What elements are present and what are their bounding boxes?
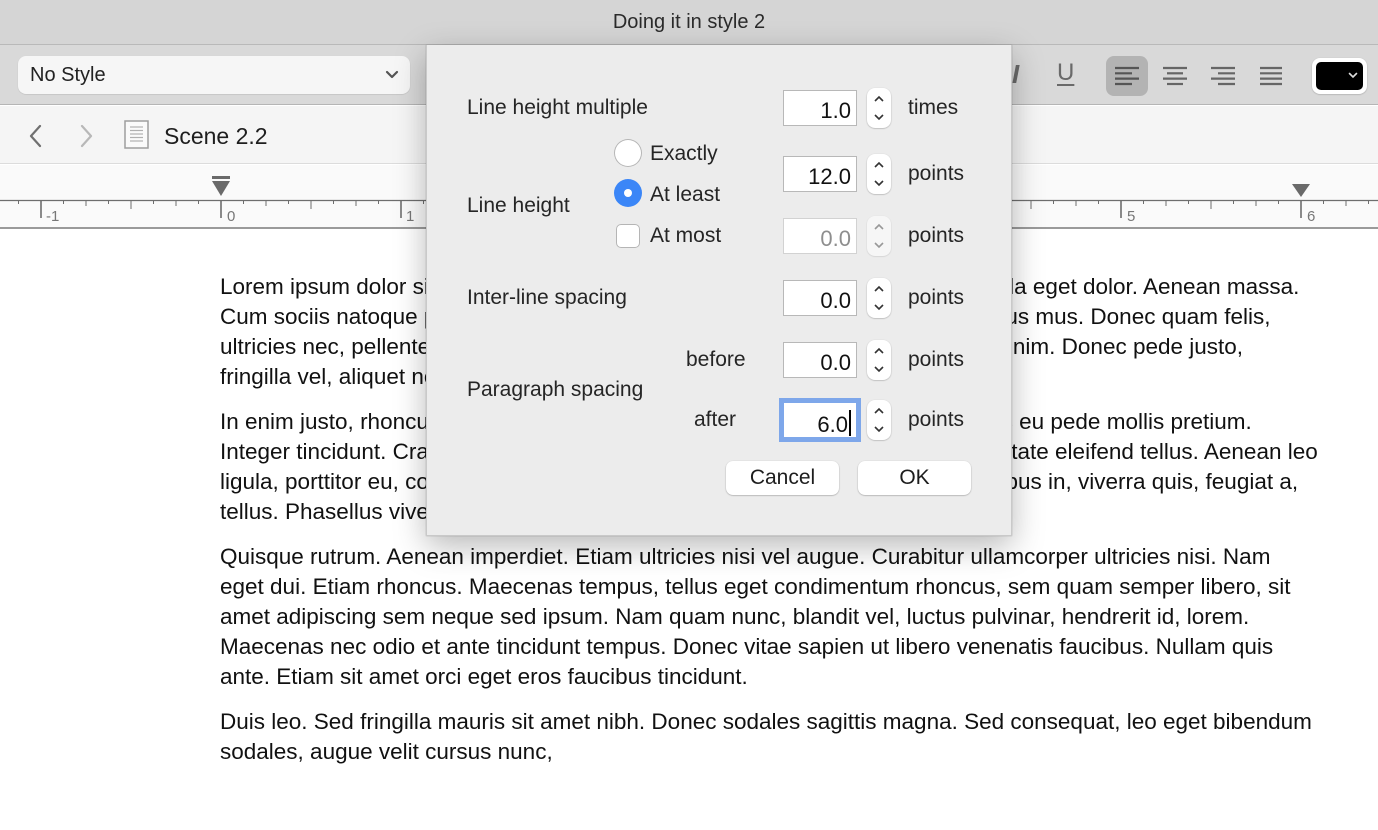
chevron-down-icon (385, 70, 399, 79)
at-most-field: 0.0 (783, 218, 857, 254)
right-margin-marker[interactable] (1292, 184, 1310, 197)
chevron-down-icon[interactable] (873, 364, 885, 374)
chevron-down-icon[interactable] (873, 424, 885, 434)
chevron-down-icon[interactable] (873, 302, 885, 312)
at-least-label[interactable]: At least (650, 183, 720, 207)
cancel-button[interactable]: Cancel (726, 461, 839, 495)
align-right-button[interactable] (1202, 56, 1244, 96)
chevron-down-icon (1348, 72, 1358, 79)
unit-label: points (908, 162, 965, 185)
line-height-multiple-field[interactable]: 1.0 (783, 90, 857, 126)
paragraph: Quisque rutrum. Aenean imperdiet. Etiam … (220, 544, 1291, 689)
unit-label: points (908, 224, 965, 247)
ok-button[interactable]: OK (858, 461, 971, 495)
after-label: after (694, 408, 737, 431)
line-height-multiple-stepper[interactable] (867, 88, 891, 128)
document-title: Scene 2.2 (164, 123, 268, 149)
at-least-radio[interactable] (614, 179, 642, 207)
inter-line-spacing-field[interactable]: 0.0 (783, 280, 857, 316)
chevron-up-icon[interactable] (873, 406, 885, 416)
at-most-stepper (867, 216, 891, 256)
line-height-stepper[interactable] (867, 154, 891, 194)
ruler-label: 5 (1127, 208, 1135, 225)
exactly-radio[interactable] (614, 139, 642, 167)
chevron-up-icon[interactable] (873, 160, 885, 170)
chevron-up-icon[interactable] (873, 346, 885, 356)
ruler-label: 1 (406, 208, 414, 225)
paragraph-style-value: No Style (30, 64, 106, 86)
ruler-label: 0 (227, 208, 235, 225)
paragraph-spacing-after-field[interactable]: 6.0 (783, 402, 857, 438)
chevron-up-icon[interactable] (873, 94, 885, 104)
paragraph-spacing-after-stepper[interactable] (867, 400, 891, 440)
align-justify-button[interactable] (1250, 56, 1292, 96)
inter-line-spacing-label: Inter-line spacing (467, 286, 627, 309)
align-right-icon (1211, 66, 1235, 86)
ruler-label: -1 (46, 208, 59, 225)
text-color-well[interactable] (1312, 58, 1367, 94)
text-caret (849, 410, 851, 436)
paragraph-spacing-before-stepper[interactable] (867, 340, 891, 380)
line-height-label: Line height (467, 194, 570, 217)
inter-line-spacing-stepper[interactable] (867, 278, 891, 318)
align-left-button[interactable] (1106, 56, 1148, 96)
at-most-label[interactable]: At most (650, 224, 721, 248)
unit-label: points (908, 408, 965, 431)
chevron-down-icon (874, 242, 884, 249)
forward-arrow-icon[interactable] (76, 122, 96, 150)
at-most-checkbox[interactable] (616, 224, 640, 248)
align-left-icon (1115, 66, 1139, 86)
back-arrow-icon[interactable] (26, 122, 46, 150)
unit-label: points (908, 286, 965, 309)
unit-label: times (908, 96, 959, 119)
italic-button[interactable]: I (1012, 59, 1019, 90)
underline-button[interactable]: U (1057, 59, 1074, 87)
chevron-down-icon[interactable] (873, 112, 885, 122)
paragraph-style-select[interactable]: No Style (18, 56, 410, 94)
line-height-field[interactable]: 12.0 (783, 156, 857, 192)
title-bar: Doing it in style 2 (0, 0, 1378, 45)
chevron-down-icon[interactable] (873, 178, 885, 188)
line-height-multiple-label: Line height multiple (467, 96, 648, 119)
align-center-icon (1163, 66, 1187, 86)
exactly-label[interactable]: Exactly (650, 142, 718, 166)
first-line-indent-marker[interactable] (212, 176, 230, 196)
unit-label: points (908, 348, 965, 371)
chevron-up-icon[interactable] (873, 284, 885, 294)
align-justify-icon (1260, 66, 1282, 86)
document-icon (124, 120, 149, 149)
align-center-button[interactable] (1154, 56, 1196, 96)
spacing-dialog: Line height multiple 1.0 times Line heig… (426, 45, 1012, 536)
chevron-up-icon (874, 223, 884, 230)
ruler-label: 6 (1307, 208, 1315, 225)
paragraph-spacing-before-field[interactable]: 0.0 (783, 342, 857, 378)
paragraph-spacing-label: Paragraph spacing (467, 378, 644, 401)
before-label: before (686, 348, 746, 371)
paragraph: Duis leo. Sed fringilla mauris sit amet … (220, 709, 1312, 764)
window-title: Doing it in style 2 (612, 11, 766, 33)
after-value: 6.0 (817, 412, 848, 437)
